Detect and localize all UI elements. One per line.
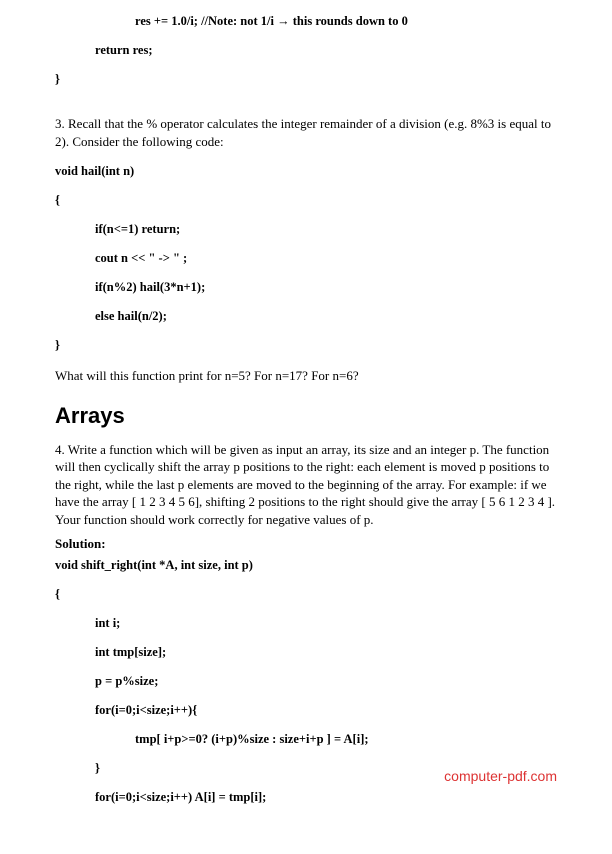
section-heading: Arrays [55,403,557,429]
code-line: for(i=0;i<size;i++){ [55,703,557,718]
code-line: tmp[ i+p>=0? (i+p)%size : size+i+p ] = A… [55,732,557,747]
code-line: res += 1.0/i; //Note: not 1/i → this rou… [55,14,557,29]
question-text: 4. Write a function which will be given … [55,441,557,529]
code-line: for(i=0;i<size;i++) A[i] = tmp[i]; [55,790,557,805]
question-text: What will this function print for n=5? F… [55,367,557,385]
code-line: if(n<=1) return; [55,222,557,237]
code-line: return res; [55,43,557,58]
code-line: } [55,338,557,353]
question-text: 3. Recall that the % operator calculates… [55,115,557,150]
code-line: cout n << " -> " ; [55,251,557,266]
footer-link: computer-pdf.com [444,768,557,784]
code-line: else hail(n/2); [55,309,557,324]
code-line: int i; [55,616,557,631]
code-line: void shift_right(int *A, int size, int p… [55,558,557,573]
solution-label: Solution: [55,536,557,552]
code-line: void hail(int n) [55,164,557,179]
page-content: res += 1.0/i; //Note: not 1/i → this rou… [0,14,612,854]
code-line: int tmp[size]; [55,645,557,660]
code-line: if(n%2) hail(3*n+1); [55,280,557,295]
code-line: { [55,587,557,602]
code-line: p = p%size; [55,674,557,689]
code-line: { [55,193,557,208]
code-line: } [55,72,557,87]
